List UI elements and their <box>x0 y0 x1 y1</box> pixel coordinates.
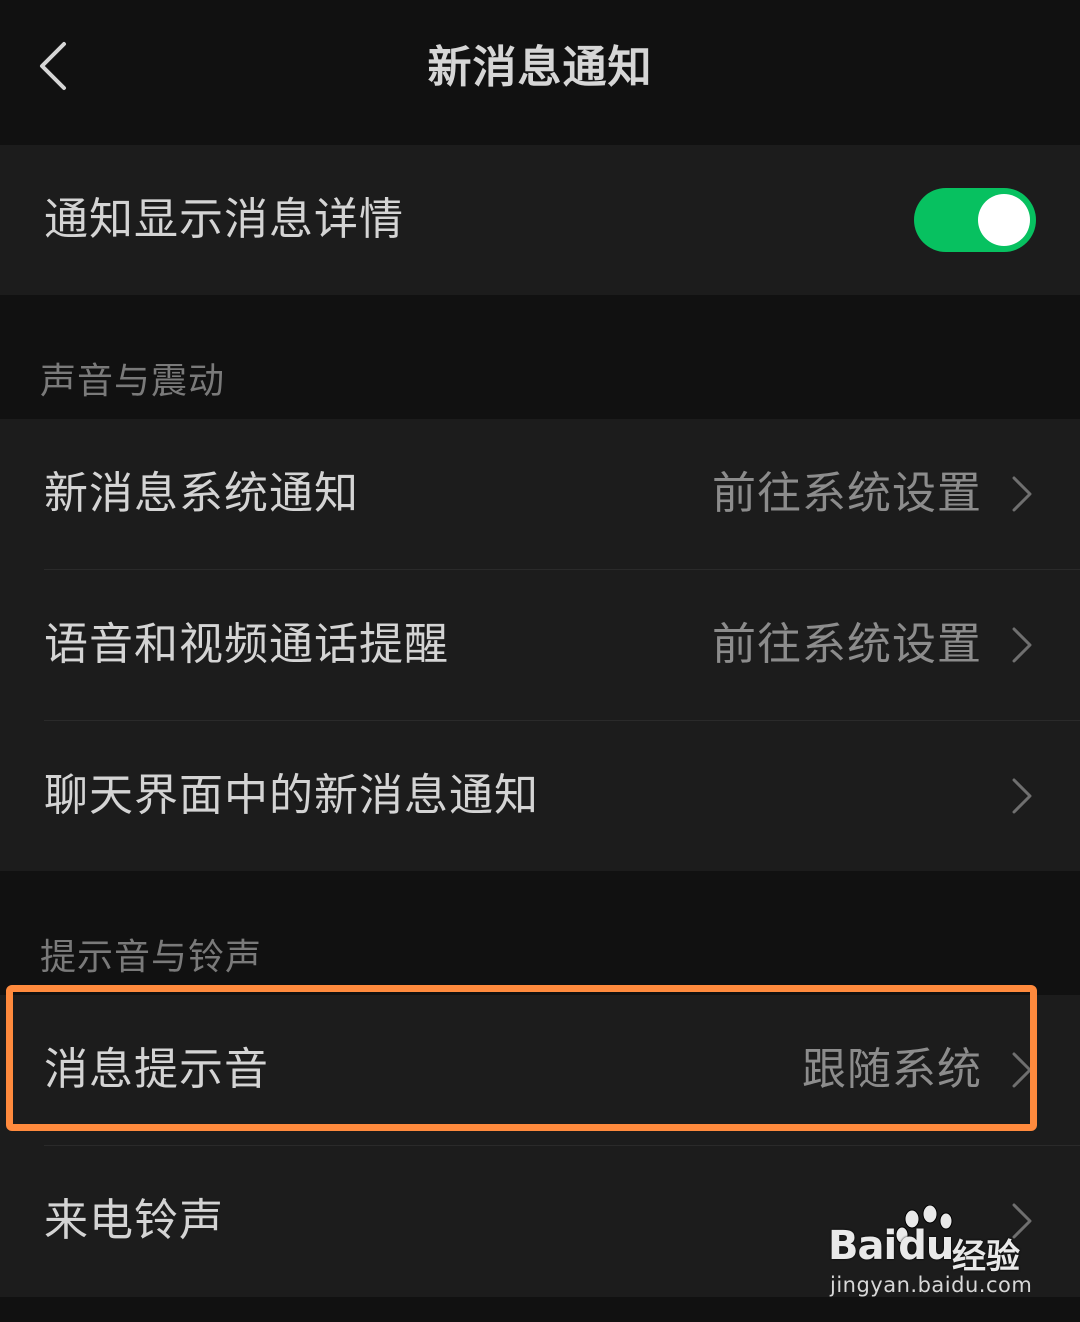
list-item-message-tone[interactable]: 消息提示音 跟随系统 <box>0 995 1080 1145</box>
show-details-row: 通知显示消息详情 <box>0 145 1080 295</box>
chevron-right-icon <box>1012 627 1032 663</box>
header-bar: 新消息通知 <box>0 0 1080 144</box>
list-item-label: 语音和视频通话提醒 <box>44 619 449 670</box>
list-item-call-reminder[interactable]: 语音和视频通话提醒 前往系统设置 <box>0 570 1080 720</box>
list-item-value: 前往系统设置 <box>712 619 982 670</box>
chevron-right-icon <box>1012 1052 1032 1088</box>
section-title-tone-ringtone: 提示音与铃声 <box>40 937 263 978</box>
list-item-value: 前往系统设置 <box>712 468 982 519</box>
watermark-logo: Baidu <box>828 1223 954 1269</box>
list-item-label: 聊天界面中的新消息通知 <box>44 770 539 821</box>
toggle-knob <box>978 194 1030 246</box>
settings-page: 新消息通知 通知显示消息详情 声音与震动 新消息系统通知 前往系统设置 语音和视… <box>0 0 1080 1322</box>
logo-du: du <box>898 1223 954 1269</box>
logo-bai: Bai <box>828 1223 897 1269</box>
chevron-right-icon <box>1012 778 1032 814</box>
page-title: 新消息通知 <box>427 42 653 93</box>
list-item-label: 消息提示音 <box>44 1044 269 1095</box>
list-item-value: 跟随系统 <box>802 1044 982 1095</box>
list-item-chat-notification[interactable]: 聊天界面中的新消息通知 <box>0 721 1080 871</box>
notification-details-group: 通知显示消息详情 <box>0 145 1080 295</box>
section-title-sound-vibration: 声音与震动 <box>40 361 226 402</box>
list-item-label: 来电铃声 <box>44 1195 224 1246</box>
list-item-system-notification[interactable]: 新消息系统通知 前往系统设置 <box>0 419 1080 569</box>
logo-jingyan: 经验 <box>952 1237 1020 1277</box>
show-details-label: 通知显示消息详情 <box>44 194 404 245</box>
show-details-toggle[interactable] <box>914 188 1036 252</box>
sound-vibration-group: 新消息系统通知 前往系统设置 语音和视频通话提醒 前往系统设置 聊天界面中的新消… <box>0 419 1080 871</box>
baidu-jingyan-watermark: Baidu 经验 jingyan.baidu.com <box>828 1205 1032 1300</box>
watermark-url: jingyan.baidu.com <box>830 1273 1033 1297</box>
list-item-label: 新消息系统通知 <box>44 468 359 519</box>
chevron-right-icon <box>1012 476 1032 512</box>
